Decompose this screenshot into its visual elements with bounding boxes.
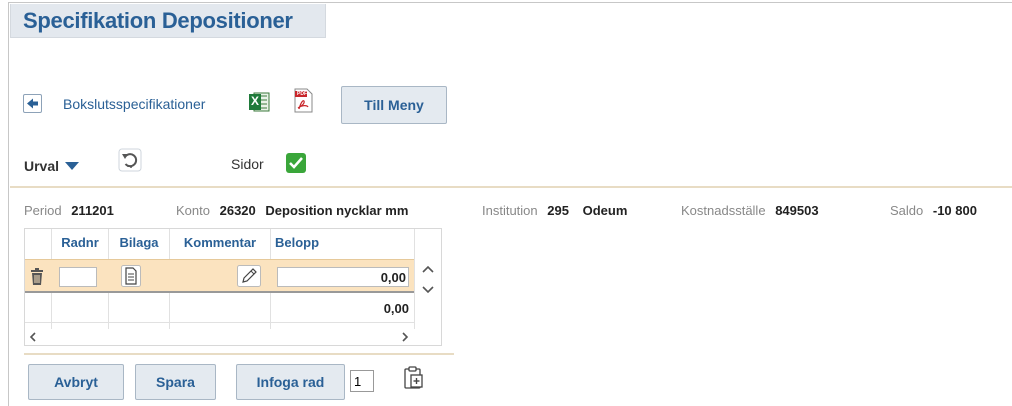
header-bilaga[interactable]: Bilaga bbox=[109, 235, 169, 250]
saldo-value: -10 800 bbox=[932, 203, 977, 218]
col-divider bbox=[414, 229, 415, 329]
spec-grid: Radnr Bilaga Kommentar Belopp 0,00 0,00 bbox=[24, 228, 442, 346]
excel-icon[interactable]: X bbox=[248, 91, 270, 113]
institution-group: Institution 295 Odeum bbox=[482, 203, 627, 218]
actions-divider bbox=[24, 353, 454, 355]
pdf-icon-letters: PDF bbox=[297, 91, 307, 97]
table-row[interactable] bbox=[25, 259, 414, 293]
konto-label: Konto bbox=[176, 203, 210, 218]
period-label: Period bbox=[24, 203, 62, 218]
total-value: 0,00 bbox=[383, 301, 409, 316]
page-title-tab: Specifikation Depositioner bbox=[10, 4, 326, 38]
urval-toggle[interactable]: Urval bbox=[24, 158, 79, 174]
kostnadsstalle-group: Kostnadsställe 849503 bbox=[681, 203, 819, 218]
horizontal-scrollbar[interactable] bbox=[25, 329, 414, 345]
till-meny-button[interactable]: Till Meny bbox=[341, 86, 447, 124]
insert-count-input[interactable] bbox=[350, 370, 374, 392]
header-radnr[interactable]: Radnr bbox=[52, 235, 108, 250]
spara-button[interactable]: Spara bbox=[135, 364, 216, 400]
urval-label: Urval bbox=[24, 158, 60, 174]
radnr-input[interactable] bbox=[59, 267, 97, 287]
scroll-down-arrow[interactable] bbox=[419, 283, 437, 297]
excel-icon-letter: X bbox=[251, 94, 260, 108]
header-belopp[interactable]: Belopp bbox=[275, 235, 335, 250]
scroll-right-arrow[interactable] bbox=[399, 331, 411, 343]
konto-value: 26320 bbox=[219, 203, 256, 218]
sidor-checkbox[interactable] bbox=[286, 153, 306, 173]
clipboard-paste-icon[interactable] bbox=[403, 366, 425, 390]
info-row: Period 211201 bbox=[24, 203, 114, 218]
scroll-left-arrow[interactable] bbox=[27, 331, 39, 343]
institution-label: Institution bbox=[482, 203, 538, 218]
infoga-rad-button[interactable]: Infoga rad bbox=[236, 364, 345, 400]
arrow-left-icon bbox=[27, 98, 38, 109]
institution-value: 295 bbox=[547, 203, 569, 218]
saldo-group: Saldo -10 800 bbox=[890, 203, 977, 218]
period-value: 211201 bbox=[71, 203, 114, 218]
sidor-label: Sidor bbox=[231, 156, 264, 172]
saldo-label: Saldo bbox=[890, 203, 924, 218]
back-link-bokslutsspecifikationer[interactable]: Bokslutsspecifikationer bbox=[63, 96, 205, 112]
pdf-icon[interactable]: PDF bbox=[292, 88, 314, 114]
total-row: 0,00 bbox=[25, 293, 414, 323]
document-icon[interactable] bbox=[121, 265, 141, 287]
triangle-down-icon bbox=[64, 162, 79, 170]
header-kommentar[interactable]: Kommentar bbox=[170, 235, 270, 250]
trash-icon[interactable] bbox=[29, 268, 45, 286]
pencil-icon[interactable] bbox=[237, 265, 261, 287]
scroll-up-arrow[interactable] bbox=[419, 262, 437, 276]
konto-group: Konto 26320 Deposition nycklar mm bbox=[176, 203, 408, 218]
konto-name: Deposition nycklar mm bbox=[265, 203, 409, 218]
header-divider bbox=[10, 186, 1012, 188]
kostnadsstalle-label: Kostnadsställe bbox=[681, 203, 766, 218]
kostnadsstalle-value: 849503 bbox=[775, 203, 819, 218]
refresh-icon[interactable] bbox=[118, 148, 142, 172]
belopp-input[interactable] bbox=[277, 267, 409, 287]
checkmark-icon bbox=[289, 157, 303, 169]
back-button[interactable] bbox=[23, 94, 42, 113]
avbryt-button[interactable]: Avbryt bbox=[28, 364, 124, 400]
page-title: Specifikation Depositioner bbox=[23, 8, 293, 33]
institution-name: Odeum bbox=[582, 203, 628, 218]
